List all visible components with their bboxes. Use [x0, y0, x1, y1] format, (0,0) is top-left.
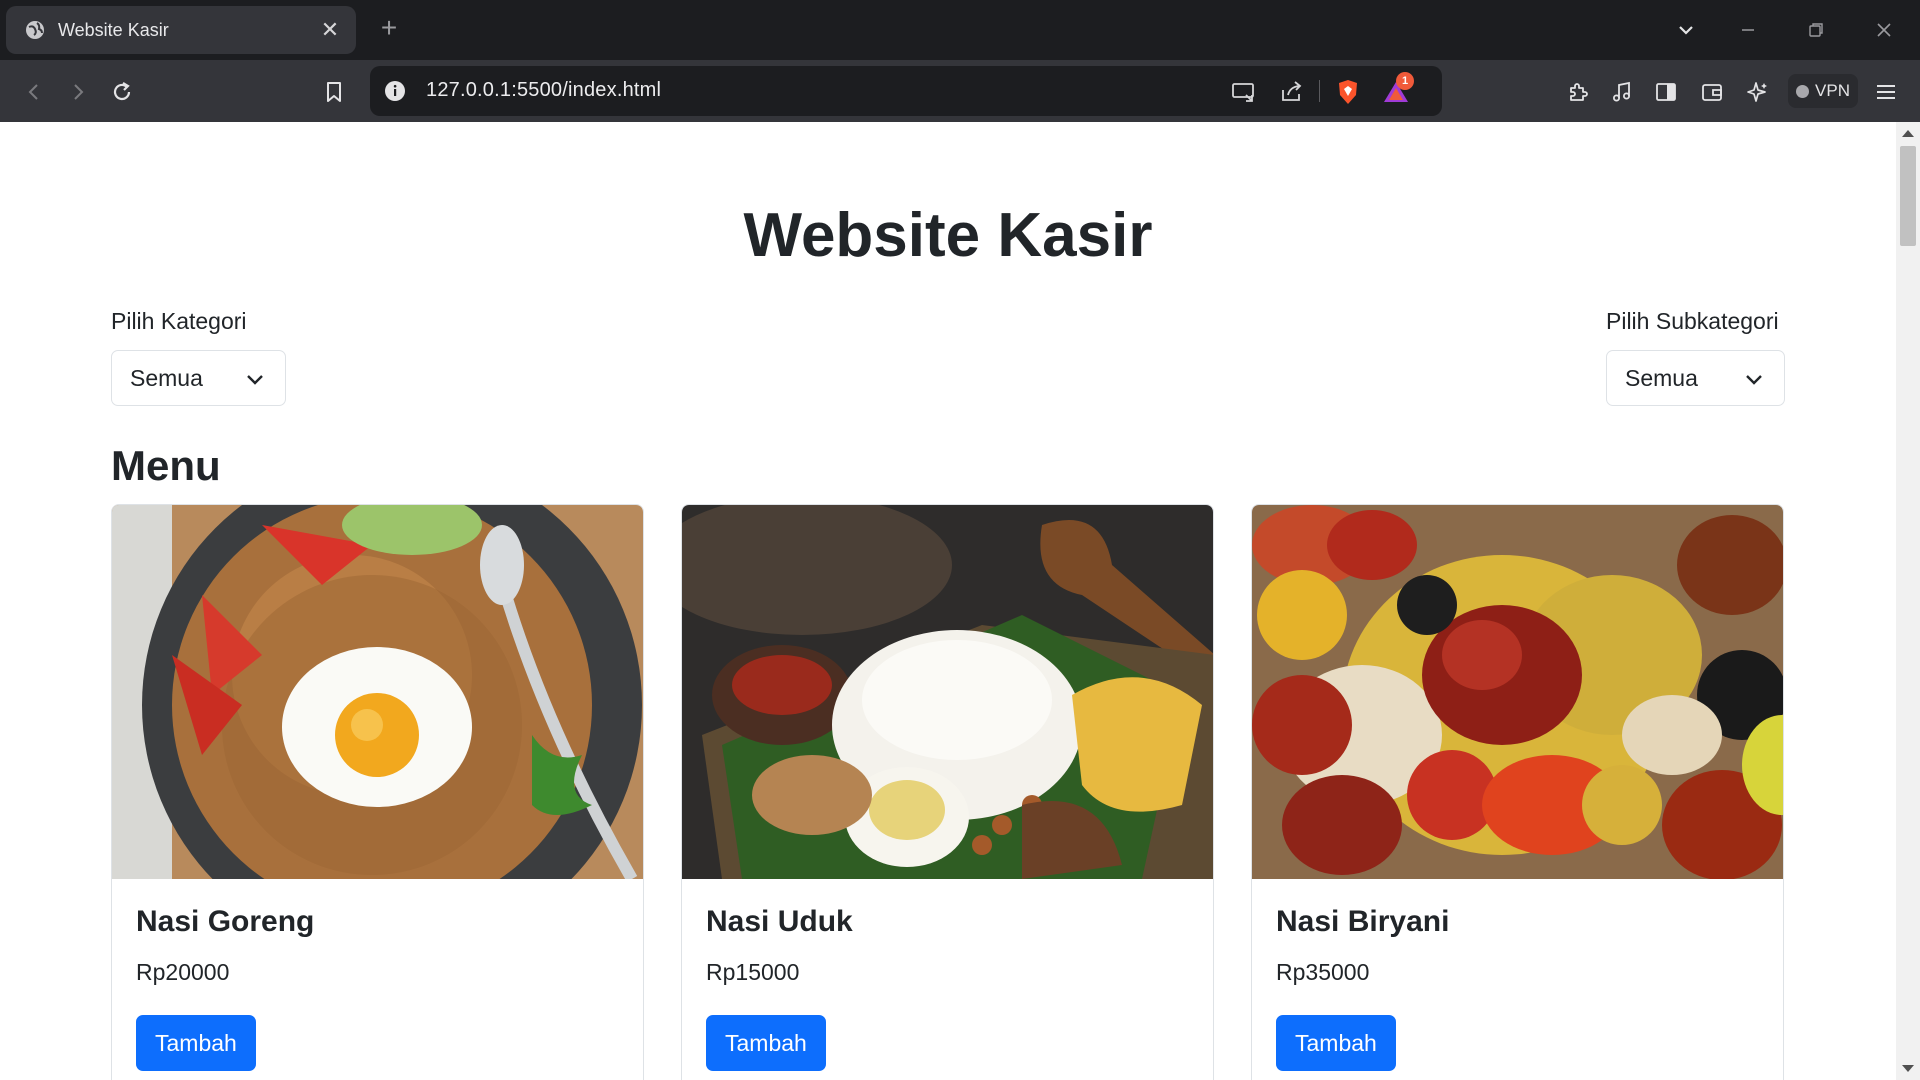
menu-heading: Menu — [111, 442, 221, 489]
close-icon[interactable]: ✕ — [318, 17, 342, 43]
url-text[interactable]: 127.0.0.1:5500/index.html — [426, 79, 661, 102]
food-photo-nasi-biryani — [1252, 505, 1783, 879]
brave-shield-icon[interactable] — [1334, 78, 1362, 106]
subcategory-label: Pilih Subkategori — [1606, 308, 1779, 334]
subcategory-select[interactable]: Semua — [1606, 350, 1785, 406]
music-icon[interactable] — [1606, 76, 1638, 108]
extensions-icon[interactable] — [1562, 76, 1594, 108]
scroll-down-icon[interactable] — [1902, 1065, 1914, 1072]
info-icon[interactable] — [384, 80, 406, 102]
chevron-down-icon[interactable] — [1664, 14, 1708, 46]
menu-card: Nasi Goreng Rp20000 Tambah — [111, 504, 644, 1080]
subcategory-selected-value: Semua — [1625, 364, 1698, 391]
item-name: Nasi Biryani — [1276, 905, 1450, 938]
item-name: Nasi Uduk — [706, 905, 853, 938]
add-to-cart-button[interactable]: Tambah — [1276, 1015, 1396, 1071]
browser-tab[interactable]: Website Kasir ✕ — [6, 6, 356, 54]
reload-icon[interactable] — [106, 76, 138, 108]
browser-toolbar: 127.0.0.1:5500/index.html 1 VPN — [0, 60, 1920, 122]
item-price: Rp15000 — [706, 959, 800, 985]
tab-title: Website Kasir — [58, 19, 169, 40]
hamburger-menu-icon[interactable] — [1870, 76, 1902, 108]
add-to-cart-button[interactable]: Tambah — [136, 1015, 256, 1071]
category-select[interactable]: Semua — [111, 350, 286, 406]
scrollbar-thumb[interactable] — [1900, 146, 1916, 246]
add-to-cart-button[interactable]: Tambah — [706, 1015, 826, 1071]
vpn-status-dot — [1796, 84, 1810, 98]
tab-strip: Website Kasir ✕ + — [0, 0, 1920, 60]
share-icon[interactable] — [1278, 78, 1306, 106]
back-icon[interactable] — [18, 76, 50, 108]
category-selected-value: Semua — [130, 364, 203, 391]
category-label: Pilih Kategori — [111, 308, 247, 334]
wallet-icon[interactable] — [1696, 76, 1728, 108]
restore-icon[interactable] — [1794, 14, 1838, 46]
item-name: Nasi Goreng — [136, 905, 315, 938]
menu-card: Nasi Uduk Rp15000 Tambah — [681, 504, 1214, 1080]
page-content: Website Kasir Pilih Kategori Semua Pilih… — [0, 122, 1896, 1080]
leo-ai-icon[interactable] — [1742, 76, 1774, 108]
chevron-down-icon — [247, 375, 263, 385]
cast-icon[interactable] — [1230, 78, 1258, 106]
scroll-up-icon[interactable] — [1902, 130, 1914, 137]
page-title: Website Kasir — [743, 201, 1153, 270]
item-price: Rp20000 — [136, 959, 230, 985]
globe-icon — [24, 19, 46, 41]
minimize-icon[interactable] — [1726, 14, 1770, 46]
food-photo-nasi-goreng — [112, 505, 643, 879]
vpn-button[interactable]: VPN — [1788, 74, 1858, 108]
menu-card: Nasi Biryani Rp35000 Tambah — [1251, 504, 1784, 1080]
food-photo-nasi-uduk — [682, 505, 1213, 879]
item-price: Rp35000 — [1276, 959, 1370, 985]
chevron-down-icon — [1746, 375, 1762, 385]
vpn-label: VPN — [1815, 81, 1850, 100]
page-scrollbar[interactable] — [1896, 122, 1920, 1080]
sidebar-icon[interactable] — [1650, 76, 1682, 108]
divider — [1319, 80, 1320, 102]
notification-badge: 1 — [1396, 72, 1414, 90]
forward-icon[interactable] — [62, 76, 94, 108]
plus-icon[interactable]: + — [374, 14, 404, 44]
address-bar[interactable]: 127.0.0.1:5500/index.html — [370, 66, 1442, 116]
bookmark-icon[interactable] — [318, 76, 350, 108]
close-icon[interactable] — [1862, 14, 1906, 46]
